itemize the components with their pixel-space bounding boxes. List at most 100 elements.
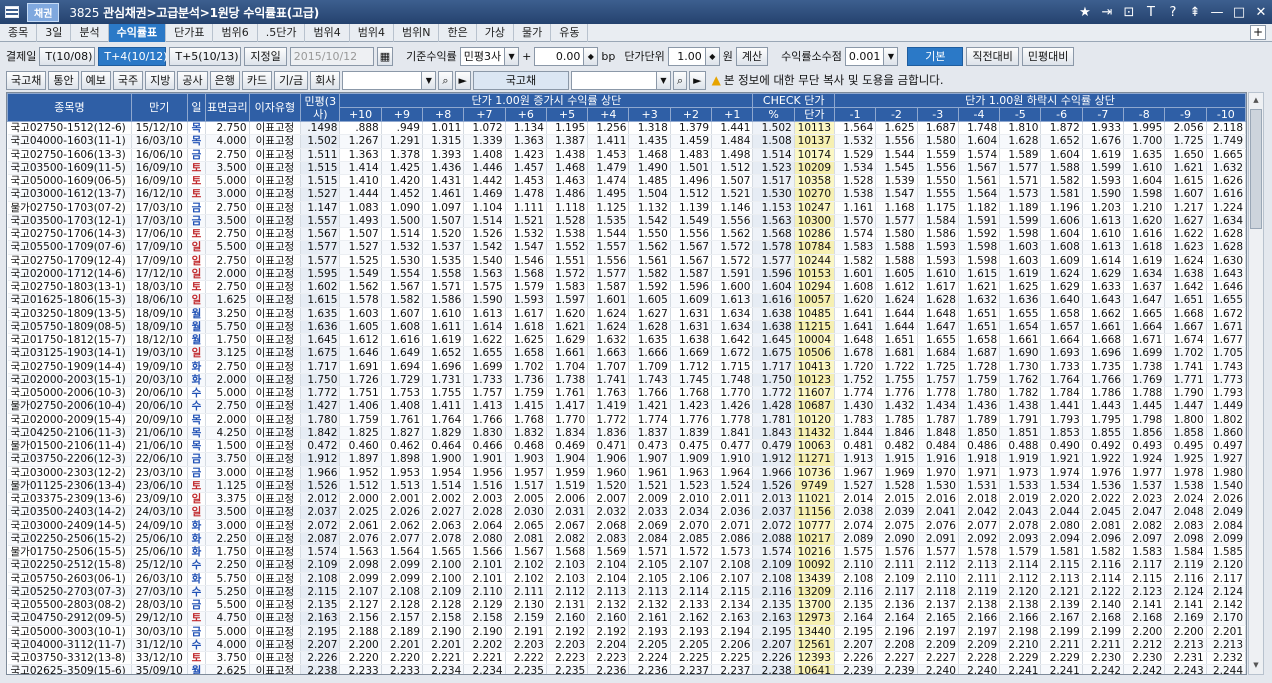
category-button-2[interactable]: 예보 bbox=[80, 70, 111, 90]
table-row[interactable]: 국고03500-1703(12-1) 17/03/10 금 3.500 이표고정 1.55… bbox=[7, 214, 1246, 229]
lock-icon[interactable]: ⊡ bbox=[1118, 5, 1140, 20]
date-input[interactable]: 2015/10/12 bbox=[289, 46, 374, 66]
col-coupon[interactable]: 표면금리 bbox=[205, 93, 250, 122]
scroll-down-icon[interactable]: ▼ bbox=[1250, 659, 1262, 673]
table-row[interactable]: 국고05750-1809(08-5) 18/09/10 월 5.750 이표고정 1.63… bbox=[7, 320, 1246, 335]
table-row[interactable]: 국고05000-3003(10-1) 30/03/10 금 5.000 이표고정 2.19… bbox=[7, 625, 1246, 639]
help-icon[interactable]: ? bbox=[1162, 5, 1184, 20]
tab-6[interactable]: .5단가 bbox=[258, 24, 306, 42]
calc-button[interactable]: 계산 bbox=[735, 46, 769, 66]
table-row[interactable]: 국고02750-1512(12-6) 15/12/10 목 2.750 이표고정 .149… bbox=[7, 121, 1246, 136]
view-basic-button[interactable]: 기본 bbox=[907, 46, 964, 66]
category-button-8[interactable]: 기/금 bbox=[274, 70, 309, 90]
decimal-select[interactable]: 0.001 ▼ bbox=[844, 46, 899, 66]
view-direct-button[interactable]: 직전대비 bbox=[966, 46, 1019, 66]
table-row[interactable]: 국고03000-2409(14-5) 24/09/10 화 3.000 이표고정 2.07… bbox=[7, 519, 1246, 533]
tab-7[interactable]: 범위4 bbox=[305, 24, 350, 42]
category-button-0[interactable]: 국고채 bbox=[6, 70, 47, 90]
table-row[interactable]: 국고05000-2006(10-3) 20/06/10 수 5.000 이표고정 1.77… bbox=[7, 386, 1246, 401]
table-row[interactable]: 물가02750-2006(10-4) 20/06/10 수 2.750 이표고정 1.42… bbox=[7, 399, 1246, 414]
close-icon[interactable]: ✕ bbox=[1250, 5, 1272, 20]
category-button-6[interactable]: 은행 bbox=[209, 70, 240, 90]
table-row[interactable]: 국고05500-2803(08-2) 28/03/10 금 5.500 이표고정 2.13… bbox=[7, 598, 1246, 613]
table-row[interactable]: 국고04250-2106(11-3) 21/06/10 목 4.250 이표고정 1.84… bbox=[7, 426, 1246, 441]
col-base[interactable]: 민평(3사) bbox=[300, 93, 341, 122]
table-row[interactable]: 국고02250-2506(15-2) 25/06/10 화 2.250 이표고정 2.08… bbox=[7, 532, 1246, 547]
table-row[interactable]: 국고02750-1606(13-3) 16/06/10 금 2.750 이표고정 1.51… bbox=[7, 148, 1246, 162]
tab-1[interactable]: 3일 bbox=[37, 24, 72, 42]
tab-4[interactable]: 단가표 bbox=[166, 24, 214, 42]
t4-button[interactable]: T+4(10/12) bbox=[98, 46, 168, 66]
table-row[interactable]: 국고04000-1603(11-1) 16/03/10 목 4.000 이표고정 1.50… bbox=[7, 134, 1246, 149]
maximize-icon[interactable]: □ bbox=[1228, 5, 1250, 20]
star-icon[interactable]: ★ bbox=[1074, 5, 1096, 20]
table-row[interactable]: 국고04000-3112(11-7) 31/12/10 수 4.000 이표고정 2.20… bbox=[7, 638, 1246, 653]
vertical-scrollbar[interactable]: ▲ ▼ bbox=[1248, 92, 1264, 675]
link-icon[interactable]: ⇥ bbox=[1096, 5, 1118, 20]
category-button-3[interactable]: 국주 bbox=[112, 70, 144, 90]
category-button-9[interactable]: 회사 bbox=[310, 70, 341, 90]
table-row[interactable]: 국고02750-1803(13-1) 18/03/10 토 2.750 이표고정 1.60… bbox=[7, 280, 1246, 295]
category-button-1[interactable]: 통안 bbox=[48, 70, 79, 90]
table-row[interactable]: 국고03750-3312(13-8) 33/12/10 토 3.750 이표고정 2.22… bbox=[7, 651, 1246, 666]
tab-2[interactable]: 분석 bbox=[71, 24, 109, 42]
table-row[interactable]: 국고05000-1609(06-5) 16/09/10 토 5.000 이표고정 1.51… bbox=[7, 174, 1246, 189]
table-row[interactable]: 국고02000-2009(15-4) 20/09/10 목 2.000 이표고정 1.78… bbox=[7, 413, 1246, 427]
table-row[interactable]: 국고02750-1709(12-4) 17/09/10 일 2.750 이표고정 1.57… bbox=[7, 254, 1246, 268]
table-row[interactable]: 국고02750-1909(14-4) 19/09/10 화 2.750 이표고정 1.71… bbox=[7, 360, 1246, 374]
menu-icon[interactable] bbox=[5, 6, 19, 18]
table-row[interactable]: 물가01500-2106(11-4) 21/06/10 목 1.500 이표고정 0.47… bbox=[7, 439, 1246, 454]
base-yield-select[interactable]: 민평3사 ▼ bbox=[459, 46, 520, 66]
table-row[interactable]: 국고03750-2206(12-3) 22/06/10 금 3.750 이표고정 1.91… bbox=[7, 452, 1246, 467]
table-row[interactable]: 국고05500-1709(07-6) 17/09/10 일 5.500 이표고정 1.57… bbox=[7, 240, 1246, 255]
view-minpyeong-button[interactable]: 민평대비 bbox=[1021, 46, 1075, 66]
category-button-4[interactable]: 지방 bbox=[145, 70, 176, 90]
tab-5[interactable]: 범위6 bbox=[213, 24, 258, 42]
table-row[interactable]: 국고05750-2603(06-1) 26/03/10 화 5.750 이표고정 2.10… bbox=[7, 572, 1246, 586]
search-icon[interactable]: ⌕ bbox=[672, 70, 688, 90]
col-maturity[interactable]: 만기 bbox=[130, 93, 188, 122]
table-row[interactable]: 국고03375-2309(13-6) 23/09/10 일 3.375 이표고정 2.01… bbox=[7, 492, 1246, 507]
table-row[interactable]: 국고02750-1706(14-3) 17/06/10 토 2.750 이표고정 1.56… bbox=[7, 227, 1246, 242]
table-row[interactable]: 국고02250-2512(15-8) 25/12/10 수 2.250 이표고정 2.10… bbox=[7, 558, 1246, 573]
table-row[interactable]: 국고05250-2703(07-3) 27/03/10 수 5.250 이표고정 2.11… bbox=[7, 585, 1246, 600]
tab-10[interactable]: 한은 bbox=[439, 24, 477, 42]
tab-8[interactable]: 범위4 bbox=[350, 24, 394, 42]
category-select-1[interactable]: ▼ bbox=[342, 70, 437, 90]
price-unit-stepper[interactable]: 1.00 ◆ bbox=[667, 46, 720, 66]
table-row[interactable]: 국고03250-1809(13-5) 18/09/10 월 3.250 이표고정 1.63… bbox=[7, 307, 1246, 321]
table-row[interactable]: 국고03000-2303(12-2) 23/03/10 금 3.000 이표고정 1.96… bbox=[7, 466, 1246, 480]
category-button-5[interactable]: 공사 bbox=[177, 70, 208, 90]
calendar-icon[interactable]: ▦ bbox=[376, 46, 394, 66]
table-row[interactable]: 국고03000-1612(13-7) 16/12/10 토 3.000 이표고정 1.52… bbox=[7, 187, 1246, 202]
add-tab-icon[interactable]: + bbox=[1250, 25, 1266, 40]
table-row[interactable]: 국고01750-1812(15-7) 18/12/10 월 1.750 이표고정 1.64… bbox=[7, 333, 1246, 348]
col-type[interactable]: 이자유형 bbox=[248, 93, 302, 122]
t5-button[interactable]: T+5(10/13) bbox=[169, 46, 242, 66]
tab-0[interactable]: 종목 bbox=[0, 24, 38, 42]
category-button-7[interactable]: 카드 bbox=[241, 70, 273, 90]
search-icon[interactable]: ⌕ bbox=[438, 70, 453, 90]
scroll-thumb[interactable] bbox=[1250, 109, 1262, 229]
next-icon[interactable]: ► bbox=[454, 70, 471, 90]
table-row[interactable]: 국고03500-2403(14-2) 24/03/10 일 3.500 이표고정 2.03… bbox=[7, 505, 1246, 520]
table-row[interactable]: 국고02000-1712(14-6) 17/12/10 일 2.000 이표고정 1.59… bbox=[7, 267, 1246, 282]
t-button[interactable]: T(10/08) bbox=[39, 46, 96, 66]
next-icon[interactable]: ► bbox=[689, 70, 706, 90]
minimize-icon[interactable]: — bbox=[1206, 5, 1228, 20]
tab-13[interactable]: 유동 bbox=[551, 24, 589, 42]
tab-9[interactable]: 범위N bbox=[394, 24, 440, 42]
table-row[interactable]: 물가01125-2306(13-4) 23/06/10 토 1.125 이표고정 1.52… bbox=[7, 479, 1246, 494]
tab-12[interactable]: 물가 bbox=[514, 24, 552, 42]
designate-date-button[interactable]: 지정일 bbox=[244, 46, 287, 66]
col-day[interactable]: 일 bbox=[186, 93, 207, 122]
bp-stepper[interactable]: 0.00 ◆ bbox=[534, 46, 599, 66]
table-row[interactable]: 물가01750-2506(15-5) 25/06/10 화 1.750 이표고정 1.57… bbox=[7, 545, 1246, 560]
font-icon[interactable]: T bbox=[1140, 5, 1162, 20]
pin-icon[interactable]: ⇞ bbox=[1184, 5, 1206, 20]
table-row[interactable]: 국고01625-1806(15-3) 18/06/10 일 1.625 이표고정 1.61… bbox=[7, 293, 1246, 308]
scroll-up-icon[interactable]: ▲ bbox=[1250, 94, 1262, 108]
table-row[interactable]: 국고04750-2912(09-5) 29/12/10 토 4.750 이표고정 2.16… bbox=[7, 611, 1246, 626]
col-name[interactable]: 종목명 bbox=[7, 93, 132, 122]
table-row[interactable]: 국고02000-2003(15-1) 20/03/10 화 2.000 이표고정 1.75… bbox=[7, 373, 1246, 388]
